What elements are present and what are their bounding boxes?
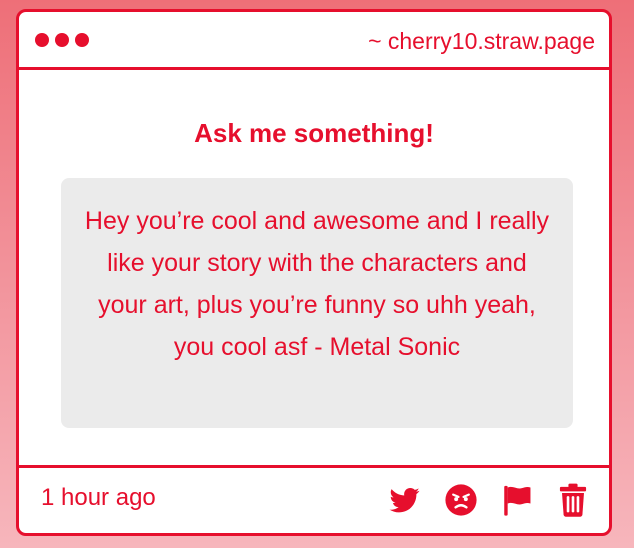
angry-face-icon xyxy=(445,484,477,516)
delete-button[interactable] xyxy=(555,482,591,518)
site-url: ~ cherry10.straw.page xyxy=(368,28,595,54)
card-footer: 1 hour ago xyxy=(19,465,609,533)
page-title: Ask me something! xyxy=(194,118,434,148)
window-controls xyxy=(35,33,89,47)
twitter-icon xyxy=(389,488,420,513)
message-box: Hey you’re cool and awesome and I really… xyxy=(61,178,573,428)
timestamp: 1 hour ago xyxy=(41,484,156,511)
question-card: ~ cherry10.straw.page Ask me something! … xyxy=(16,9,612,536)
window-titlebar: ~ cherry10.straw.page xyxy=(19,12,609,70)
report-button[interactable] xyxy=(499,482,535,518)
action-bar xyxy=(387,482,591,518)
window-dot-3 xyxy=(75,33,89,47)
main-content: Ask me something! Hey you’re cool and aw… xyxy=(19,70,609,468)
trash-icon xyxy=(559,483,587,517)
message-text: Hey you’re cool and awesome and I really… xyxy=(84,207,550,361)
twitter-share-button[interactable] xyxy=(387,482,423,518)
window-dot-1 xyxy=(35,33,49,47)
window-dot-2 xyxy=(55,33,69,47)
react-button[interactable] xyxy=(443,482,479,518)
flag-icon xyxy=(504,485,531,516)
